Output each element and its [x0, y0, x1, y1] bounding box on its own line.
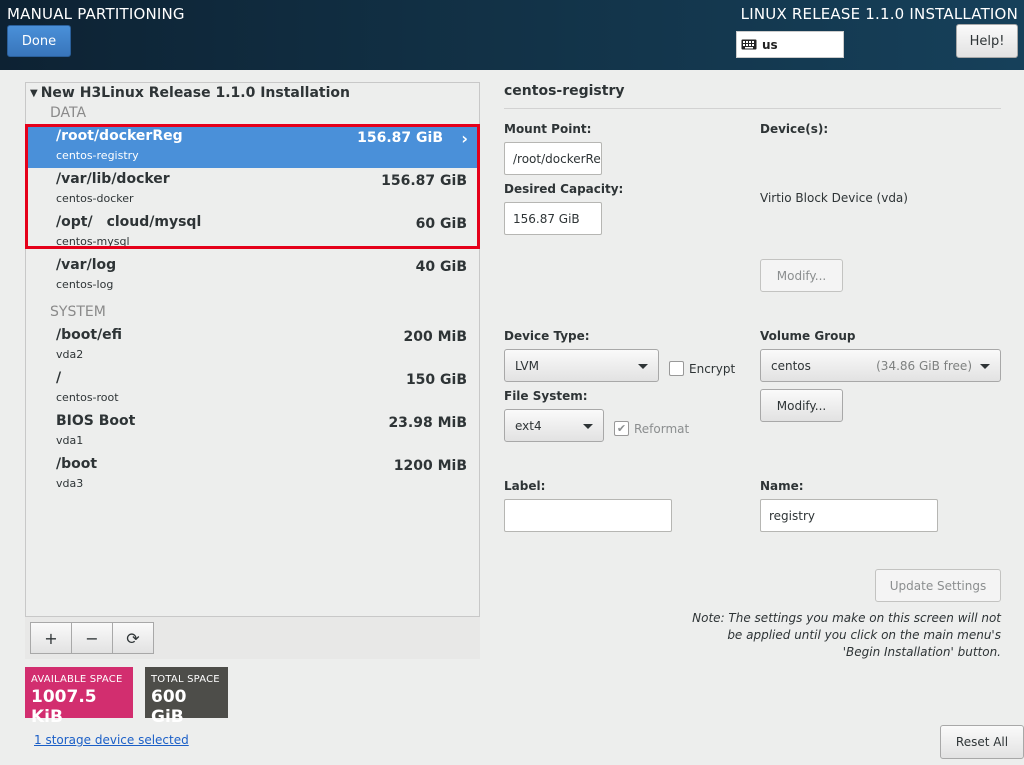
mount-point-label: / — [56, 370, 62, 386]
product-title: LINUX RELEASE 1.1.0 INSTALLATION — [740, 5, 1018, 23]
partition-row[interactable]: / centos-root 150 GiB — [26, 367, 479, 410]
checkbox-box[interactable] — [669, 361, 684, 376]
name-input[interactable]: registry — [760, 499, 938, 532]
remove-partition-button[interactable]: − — [71, 622, 113, 654]
size-label: 23.98 MiB — [388, 415, 467, 431]
storage-device-link[interactable]: 1 storage device selected — [34, 733, 189, 747]
label-field-label: Label: — [504, 479, 546, 493]
volume-group-label: Volume Group — [760, 329, 856, 343]
encrypt-checkbox[interactable]: Encrypt — [669, 361, 735, 376]
keyboard-layout-indicator[interactable]: us — [736, 31, 844, 58]
installation-group-label: New H3Linux Release 1.1.0 Installation — [40, 85, 350, 101]
refresh-icon[interactable]: ⟳ — [112, 622, 154, 654]
dropdown-arrow-icon — [980, 364, 990, 369]
file-system-dropdown[interactable]: ext4 — [504, 409, 604, 442]
done-button[interactable]: Done — [7, 25, 71, 57]
partition-row[interactable]: /var/log centos-log 40 GiB — [26, 254, 479, 297]
encrypt-label: Encrypt — [689, 361, 736, 376]
device-type-label: Device Type: — [504, 329, 590, 343]
device-modify-button[interactable]: Modify... — [760, 259, 843, 292]
keyboard-layout-label: us — [762, 37, 778, 52]
device-label: centos-log — [56, 278, 114, 291]
desired-capacity-input[interactable]: 156.87 GiB — [504, 202, 602, 235]
file-system-label: File System: — [504, 389, 588, 403]
mount-point-label: /var/log — [56, 257, 117, 273]
file-system-value: ext4 — [515, 418, 542, 433]
volume-group-dropdown[interactable]: centos (34.86 GiB free) — [760, 349, 1001, 382]
volume-group-modify-button[interactable]: Modify... — [760, 389, 843, 422]
total-space-value: 600 GiB — [151, 687, 187, 727]
device-name: Virtio Block Device (vda) — [760, 191, 908, 205]
available-space-box: AVAILABLE SPACE 1007.5 KiB — [25, 667, 133, 727]
mount-point-label: /boot — [56, 456, 98, 472]
mount-point-input[interactable]: /root/dockerReg — [504, 142, 602, 175]
page-title: MANUAL PARTITIONING — [7, 5, 185, 23]
mount-point-field-label: Mount Point: — [504, 122, 592, 136]
dropdown-arrow-icon — [583, 424, 593, 429]
volume-group-value: centos — [771, 358, 811, 373]
installation-group-header[interactable]: ▼ New H3Linux Release 1.1.0 Installation — [30, 85, 350, 101]
desired-capacity-label: Desired Capacity: — [504, 182, 624, 196]
selection-highlight-box — [25, 124, 480, 249]
keyboard-icon — [741, 39, 757, 50]
dropdown-arrow-icon — [638, 364, 648, 369]
device-type-dropdown[interactable]: LVM — [504, 349, 659, 382]
section-data-label: DATA — [50, 105, 87, 121]
section-system-label: SYSTEM — [50, 304, 106, 320]
size-label: 40 GiB — [415, 259, 467, 275]
name-field-label: Name: — [760, 479, 804, 493]
device-label: centos-root — [56, 391, 119, 404]
device-label: vda2 — [56, 348, 84, 361]
label-input[interactable] — [504, 499, 672, 532]
details-separator — [504, 108, 1001, 109]
total-space-box: TOTAL SPACE 600 GiB — [145, 667, 228, 727]
partition-toolbar: + − ⟳ — [25, 616, 480, 659]
mount-point-label: BIOS Boot — [56, 413, 136, 429]
size-label: 150 GiB — [405, 372, 467, 388]
size-label: 200 MiB — [403, 329, 468, 345]
details-title: centos-registry — [504, 83, 625, 99]
reformat-label: Reformat — [634, 421, 690, 436]
add-partition-button[interactable]: + — [30, 622, 72, 654]
device-label: vda1 — [56, 434, 84, 447]
available-space-label: AVAILABLE SPACE — [31, 674, 123, 685]
mount-point-label: /boot/efi — [56, 327, 123, 343]
device-type-value: LVM — [515, 358, 539, 373]
devices-label: Device(s): — [760, 122, 829, 136]
reformat-checkbox[interactable]: ✔ Reformat — [614, 421, 689, 436]
update-settings-button[interactable]: Update Settings — [875, 569, 1001, 602]
reset-all-button[interactable]: Reset All — [940, 725, 1024, 759]
top-bar: MANUAL PARTITIONING LINUX RELEASE 1.1.0 … — [0, 0, 1024, 70]
help-button[interactable]: Help! — [956, 24, 1018, 58]
available-space-value: 1007.5 KiB — [31, 687, 97, 727]
size-label: 1200 MiB — [393, 458, 467, 474]
partition-row[interactable]: /boot vda3 1200 MiB — [26, 453, 479, 496]
expander-triangle-icon[interactable]: ▼ — [30, 88, 38, 99]
settings-note: Note: The settings you make on this scre… — [692, 611, 1001, 659]
volume-group-free: (34.86 GiB free) — [876, 358, 972, 373]
total-space-label: TOTAL SPACE — [151, 674, 220, 685]
checkmark-icon: ✔ — [614, 421, 629, 436]
partition-row[interactable]: BIOS Boot vda1 23.98 MiB — [26, 410, 479, 453]
device-label: vda3 — [56, 477, 84, 490]
partition-row[interactable]: /boot/efi vda2 200 MiB — [26, 324, 479, 367]
